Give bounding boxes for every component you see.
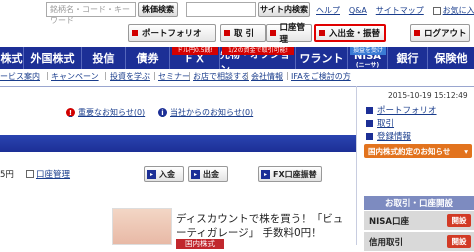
info-icon: i	[158, 108, 167, 117]
sitemap-link[interactable]: サイトマップ	[376, 6, 424, 15]
sidebar-row-margin: 信用取引 開設	[364, 232, 474, 252]
subnav-separator: |	[246, 71, 249, 80]
panel-left-label: 5円	[0, 170, 14, 180]
trade-button[interactable]: 取 引	[220, 24, 266, 42]
account-button[interactable]: 口座管理	[266, 23, 312, 45]
help-link[interactable]: ヘルプ	[316, 6, 340, 15]
nav-funds[interactable]: 投信	[82, 47, 126, 69]
subnav-services[interactable]: ービス案内	[0, 71, 40, 82]
subnav-separator: |	[46, 71, 49, 80]
red-square-icon	[414, 30, 420, 36]
portfolio-button[interactable]: ポートフォリオ	[128, 24, 216, 42]
sidebar-trade-link[interactable]: 取引	[366, 117, 394, 129]
subnav-ifa[interactable]: IFAをご検討の方	[291, 71, 351, 82]
favorites-link[interactable]: お気に入り	[432, 6, 474, 15]
nisa-badge: 損益を受け	[350, 47, 386, 55]
checkbox-icon	[26, 170, 34, 178]
futures-badge: 1/2の資金で取引可能!	[222, 47, 294, 55]
nav-warrants[interactable]: ワラント	[296, 47, 348, 69]
subnav-company[interactable]: 会社情報	[251, 71, 283, 82]
subnav-separator: |	[188, 71, 191, 80]
open-nisa-button[interactable]: 開設	[447, 214, 471, 227]
sub-nav: ービス案内 | キャンペーン | 投資を学ぶ | セミナー | お店で相談する …	[0, 71, 356, 83]
important-notice-link[interactable]: ! 重要なお知らせ(0)	[66, 107, 145, 118]
subnav-store[interactable]: お店で相談する	[193, 71, 249, 82]
stock-search-input[interactable]: 銘柄名・コード・キーワード	[46, 2, 136, 25]
subnav-learn[interactable]: 投資を学ぶ	[110, 71, 150, 82]
panel-header	[0, 135, 356, 152]
red-square-icon	[319, 30, 325, 36]
arrow-icon: ▸	[191, 169, 200, 179]
nav-foreign-stocks[interactable]: 外国株式	[24, 47, 82, 69]
chevron-down-icon: ▾	[464, 146, 468, 156]
nav-insurance[interactable]: 保険他	[428, 47, 474, 69]
red-square-icon	[270, 30, 276, 36]
sidebar-registration-link[interactable]: 登録情報	[366, 130, 411, 142]
subnav-separator: |	[286, 71, 289, 80]
logout-button[interactable]: ログアウト	[410, 24, 470, 42]
withdraw-button[interactable]: ▸ 出金	[188, 166, 228, 182]
subnav-separator: |	[153, 71, 156, 80]
account-mgmt-link[interactable]: 口座管理	[26, 168, 70, 180]
fx-badge: ドル円0.5銭!	[172, 47, 218, 55]
arrow-icon: ▸	[261, 169, 270, 179]
sidebar-row-nisa: NISA口座 開設	[364, 211, 474, 231]
red-square-icon	[224, 30, 230, 36]
nav-bank[interactable]: 銀行	[388, 47, 428, 69]
site-search-button[interactable]: サイト内検索	[258, 2, 310, 17]
nav-stocks[interactable]: 株式	[0, 47, 24, 69]
deposit-transfer-button[interactable]: 入出金・振替	[314, 24, 386, 42]
open-margin-button[interactable]: 開設	[447, 235, 471, 248]
promo-image[interactable]	[112, 208, 172, 245]
header-links: ヘルプ Q&A サイトマップ お気に入り	[316, 5, 474, 16]
square-icon	[366, 132, 373, 140]
subnav-campaign[interactable]: キャンペーン	[51, 71, 99, 82]
subnav-separator: |	[104, 71, 107, 80]
stock-execution-notice-button[interactable]: 国内株式約定のお知らせ ▾	[364, 144, 472, 158]
promo-tag: 国内株式	[176, 239, 224, 249]
promo-headline[interactable]: ディスカウントで株を買う！「ビュ ーティガレージ」 手数料0円！	[176, 212, 343, 240]
timestamp: 2015-10-19 15:12:49	[388, 91, 468, 100]
subnav-seminar[interactable]: セミナー	[158, 71, 190, 82]
company-notice-link[interactable]: i 当社からのお知らせ(0)	[158, 107, 253, 118]
qa-link[interactable]: Q&A	[349, 6, 367, 15]
nav-bonds[interactable]: 債券	[126, 47, 170, 69]
stock-search-button[interactable]: 株価検索	[138, 2, 178, 17]
alert-icon: !	[66, 108, 75, 117]
red-square-icon	[132, 30, 138, 36]
sidebar-trade-header: お取引・口座開設	[364, 196, 474, 210]
sidebar-portfolio-link[interactable]: ポートフォリオ	[366, 104, 437, 116]
checkbox-icon	[432, 6, 441, 15]
sidebar-divider	[356, 86, 357, 245]
fx-transfer-button[interactable]: ▸ FX口座振替	[258, 166, 322, 182]
deposit-button[interactable]: ▸ 入金	[144, 166, 184, 182]
divider	[0, 86, 474, 87]
square-icon	[366, 106, 373, 114]
site-search-input[interactable]	[186, 2, 256, 17]
arrow-icon: ▸	[147, 169, 156, 179]
square-icon	[366, 119, 373, 127]
